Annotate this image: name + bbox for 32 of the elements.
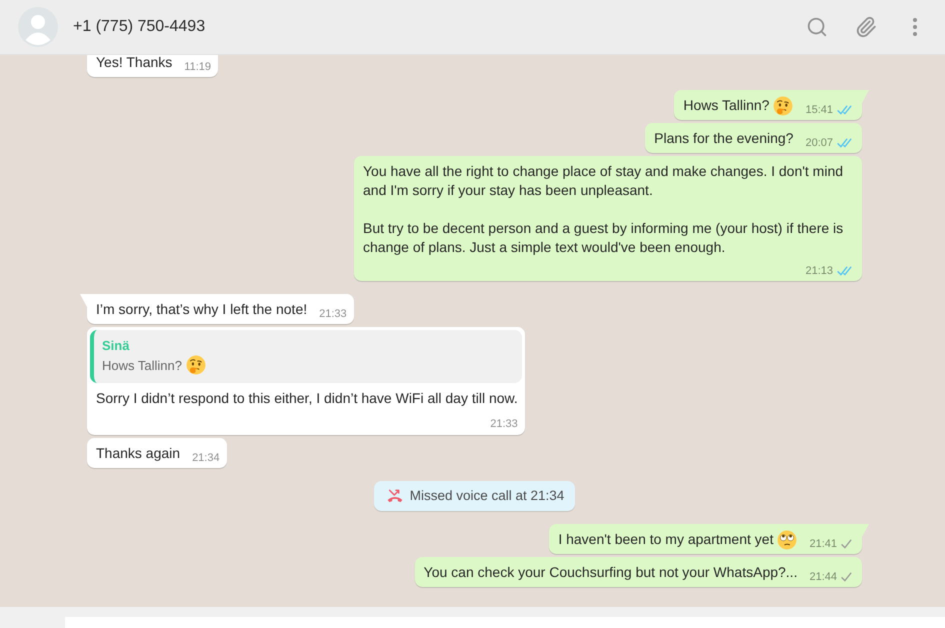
notice-text: Missed voice call at 21:34 bbox=[410, 487, 564, 505]
message-time: 15:41 bbox=[805, 103, 833, 118]
message-text: Hows Tallinn? bbox=[683, 96, 770, 115]
search-icon bbox=[806, 16, 828, 38]
rolling-eyes-face-icon bbox=[777, 530, 798, 550]
message-text: I haven't been to my apartment yet bbox=[558, 530, 774, 549]
message-time: 20:07 bbox=[805, 136, 833, 151]
message-text: You can check your Couchsurfing but not your WhatsApp?... bbox=[424, 563, 798, 582]
message-time: 21:33 bbox=[319, 307, 347, 322]
paperclip-icon bbox=[855, 16, 877, 38]
message-time: 21:33 bbox=[490, 417, 518, 432]
thinking-face-icon bbox=[773, 96, 794, 116]
message-text: Yes! Thanks bbox=[96, 55, 172, 72]
message-time: 21:13 bbox=[805, 264, 833, 279]
attach-button[interactable] bbox=[854, 15, 878, 39]
message-text: Sorry I didn’t respond to this either, I didn’t have WiFi all day till now. bbox=[96, 389, 518, 408]
contact-name[interactable]: +1 (775) 750-4493 bbox=[73, 18, 206, 36]
missed-call-icon bbox=[386, 488, 403, 504]
message-text: Thanks again bbox=[96, 444, 180, 463]
message-text: You have all the right to change place of stay and make changes. I don't mind and I'm sorry if your stay has been unpleasant. But try to be decent person and a guest by informing me (your host) if there is change of plans. Just a simple text would've been enough. bbox=[363, 162, 844, 257]
message-text: Plans for the evening? bbox=[654, 129, 794, 148]
message-time: 21:44 bbox=[809, 570, 837, 585]
menu-icon bbox=[913, 18, 917, 36]
message-time: 21:34 bbox=[192, 451, 220, 466]
message-time: 11:19 bbox=[184, 60, 211, 75]
message-time: 21:41 bbox=[809, 537, 837, 552]
quote-author: Sinä bbox=[102, 337, 130, 355]
thinking-face-icon bbox=[186, 355, 206, 375]
quoted-message[interactable]: Sinä Hows Tallinn? bbox=[90, 330, 522, 383]
quote-text: Hows Tallinn? bbox=[102, 358, 182, 373]
search-button[interactable] bbox=[805, 15, 829, 39]
message-text: I’m sorry, that’s why I left the note! bbox=[96, 300, 308, 319]
